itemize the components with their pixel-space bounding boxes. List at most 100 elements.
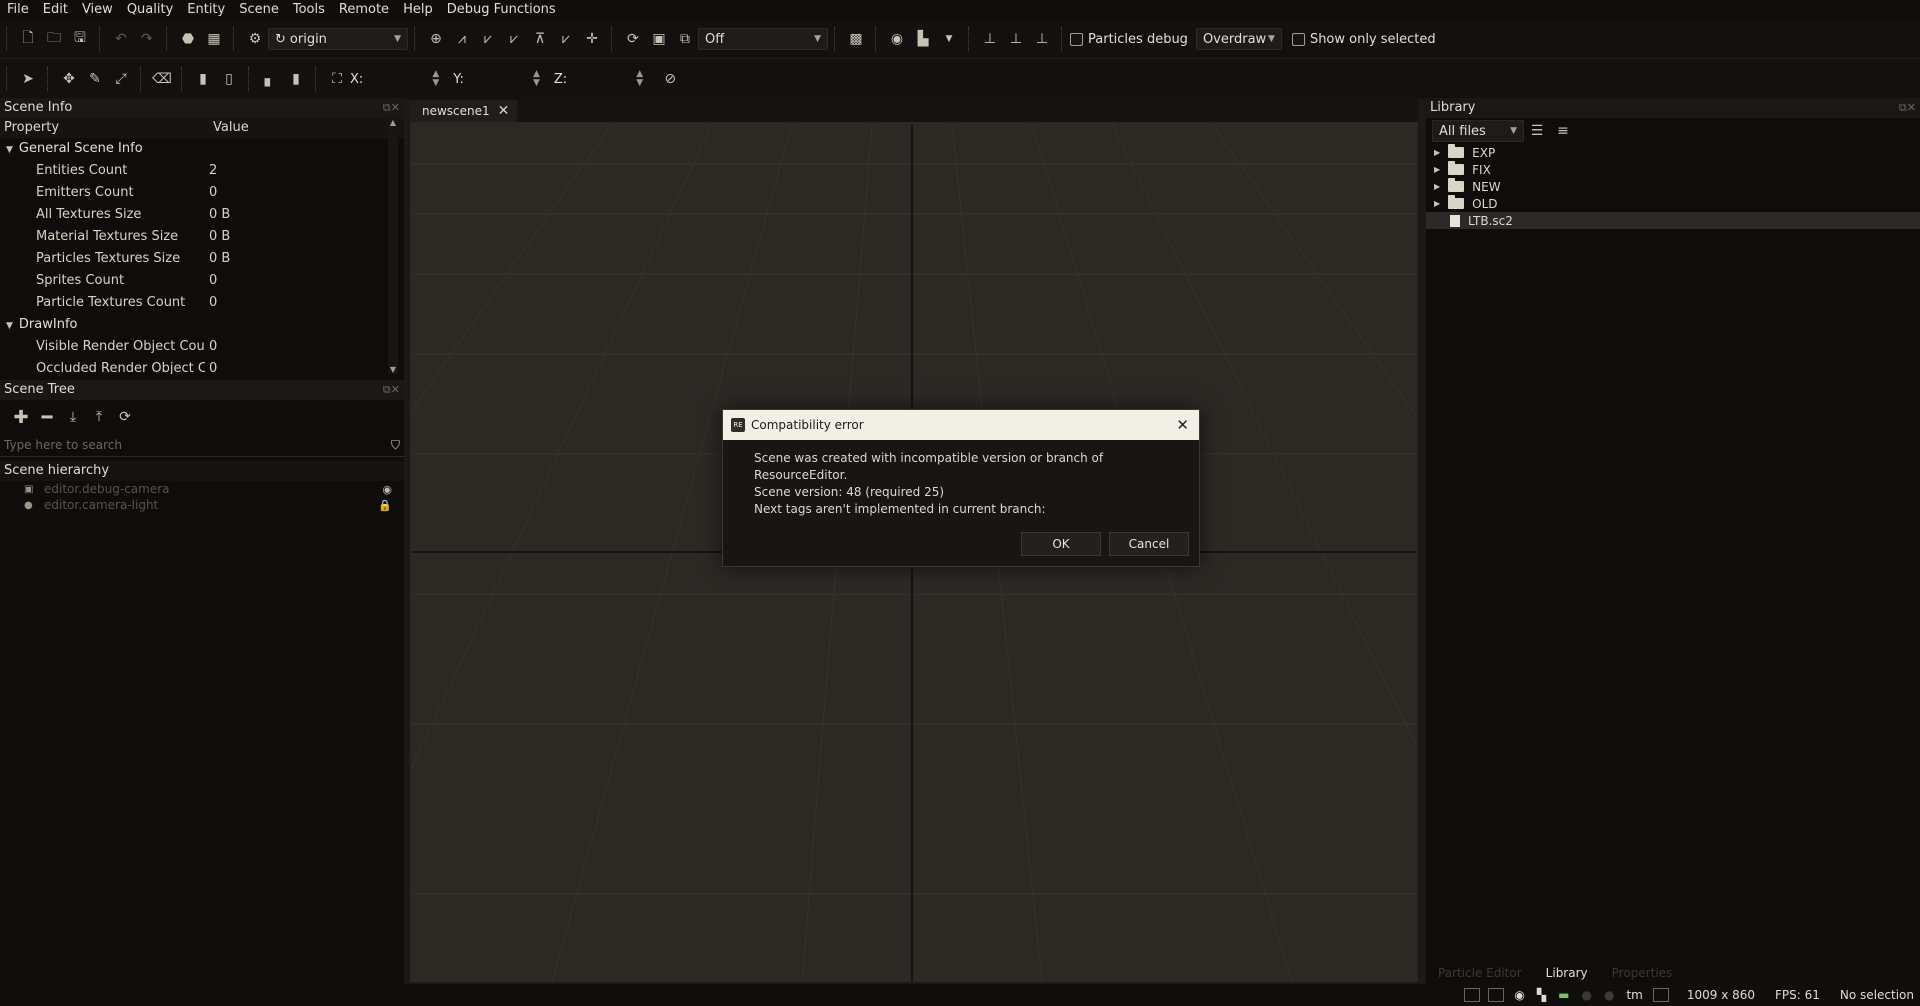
spin-icon[interactable]: ▲ ▼ [432, 70, 439, 88]
refresh-icon[interactable]: ⟳ [622, 28, 644, 50]
ok-button[interactable]: OK [1021, 532, 1101, 556]
menu-view[interactable]: View [75, 0, 120, 20]
file-filter-combo[interactable]: All files ▼ [1432, 120, 1524, 142]
texture-icon[interactable]: ▦ [203, 28, 225, 50]
close-icon[interactable]: ✕ [1176, 416, 1189, 434]
scale-icon[interactable]: ⤢ [110, 68, 132, 90]
move-icon[interactable]: ✥ [58, 68, 80, 90]
library-item-ltb-sc2[interactable]: LTB.sc2 [1426, 212, 1920, 229]
cancel-button[interactable]: Cancel [1109, 532, 1189, 556]
menu-help[interactable]: Help [396, 0, 440, 20]
status-eye-icon[interactable]: ◉ [1514, 988, 1524, 1002]
layout-dropdown-icon[interactable]: ▼ [938, 28, 960, 50]
menu-edit[interactable]: Edit [36, 0, 75, 20]
align-top-icon[interactable]: ⊥ [1031, 28, 1053, 50]
landscape-left-icon[interactable]: ⩗ [503, 28, 525, 50]
layers-icon[interactable]: ▣ [648, 28, 670, 50]
table-row[interactable]: Material Textures Size 0 B [0, 226, 404, 248]
screenshot-icon[interactable]: ▩ [845, 28, 867, 50]
pivot-center-icon[interactable]: ▮ [192, 68, 214, 90]
list-view-icon[interactable]: ≡ [1552, 120, 1574, 142]
expand-triangle-icon[interactable]: ▶ [1434, 182, 1440, 191]
overdraw-combo[interactable]: Overdraw ▼ [1195, 28, 1282, 50]
axis-lock-icon[interactable]: ▮ [285, 68, 307, 90]
scroll-down-icon[interactable]: ▼ [388, 365, 398, 374]
show-only-selected-checkbox[interactable] [1291, 32, 1305, 46]
reload-sprite-icon[interactable]: ⬣ [177, 28, 199, 50]
dock-buttons-icon[interactable]: ⧉✕ [383, 98, 400, 118]
menu-scene[interactable]: Scene [232, 0, 286, 20]
tab-particle-editor[interactable]: Particle Editor [1426, 966, 1534, 980]
status-box-icon[interactable] [1652, 988, 1669, 1002]
pivot-common-icon[interactable]: ▯ [218, 68, 240, 90]
tab-newscene1[interactable]: newscene1 ✕ [410, 100, 518, 122]
library-item-fix[interactable]: ▶ FIX [1426, 161, 1920, 178]
menu-remote[interactable]: Remote [332, 0, 396, 20]
table-row[interactable]: Visible Render Object Count 0 [0, 336, 404, 358]
filter-icon[interactable]: ⛉ [391, 438, 400, 453]
group-general-scene-info[interactable]: ▼ General Scene Info [0, 138, 404, 160]
view-mode-combo[interactable]: Off ▼ [698, 28, 828, 50]
library-item-new[interactable]: ▶ NEW [1426, 178, 1920, 195]
align-center-icon[interactable]: ⊥ [1005, 28, 1027, 50]
layout-icon[interactable]: ▙ [912, 28, 934, 50]
table-row[interactable]: Entities Count 2 [0, 160, 404, 182]
tree-item-camera-light[interactable]: ● editor.camera-light 🔒 [0, 497, 404, 513]
save-icon[interactable]: 🖫 [69, 28, 91, 50]
status-toggle-icon[interactable] [1464, 988, 1481, 1002]
redo-icon[interactable]: ↷ [136, 28, 158, 50]
spin-icon[interactable]: ▲ ▼ [533, 70, 540, 88]
fullscreen-icon[interactable]: ⛶ [326, 68, 348, 90]
table-row[interactable]: All Textures Size 0 B [0, 204, 404, 226]
refresh-tree-icon[interactable]: ⟳ [114, 406, 136, 428]
zoom-icon[interactable]: ⊕ [425, 28, 447, 50]
landscape-icon[interactable]: ⩘ [451, 28, 473, 50]
eraser-icon[interactable]: ⌫ [151, 68, 173, 90]
new-file-icon[interactable]: 🗋 [17, 28, 39, 50]
select-arrow-icon[interactable]: ➤ [17, 68, 39, 90]
remove-entity-icon[interactable]: ━ [36, 406, 58, 428]
visibility-eye-icon[interactable]: ◉ [382, 483, 392, 496]
origin-combo[interactable]: ↻ origin ▼ [268, 28, 408, 50]
add-entity-icon[interactable]: ✚ [10, 406, 32, 428]
x-input[interactable]: ▲ ▼ [367, 69, 441, 89]
lock-icon[interactable]: 🔒 [378, 499, 392, 512]
open-folder-icon[interactable]: 🗀 [43, 28, 65, 50]
scroll-up-icon[interactable]: ▲ [388, 118, 398, 127]
align-bottom-icon[interactable]: ⊥ [979, 28, 1001, 50]
library-item-exp[interactable]: ▶ EXP [1426, 144, 1920, 161]
z-input[interactable]: ▲ ▼ [571, 69, 645, 89]
drop-icon[interactable]: ⊼ [529, 28, 551, 50]
move-up-icon[interactable]: ⤒ [88, 406, 110, 428]
tab-properties[interactable]: Properties [1600, 966, 1685, 980]
status-move-icon[interactable]: ▚ [1537, 988, 1546, 1002]
expand-triangle-icon[interactable]: ▶ [1434, 165, 1440, 174]
expand-triangle-icon[interactable]: ▼ [6, 139, 13, 161]
menu-entity[interactable]: Entity [180, 0, 232, 20]
col-value[interactable]: Value [209, 118, 249, 138]
y-input[interactable]: ▲ ▼ [468, 69, 542, 89]
pivot-icon[interactable]: ⚙ [244, 28, 266, 50]
landscape-down-icon[interactable]: ⩗ [477, 28, 499, 50]
snap-to-grid-icon[interactable]: ▖ [259, 68, 281, 90]
expand-triangle-icon[interactable]: ▶ [1434, 148, 1440, 157]
undo-icon[interactable]: ↶ [110, 28, 132, 50]
detail-view-icon[interactable]: ☰ [1526, 120, 1548, 142]
library-item-old[interactable]: ▶ OLD [1426, 195, 1920, 212]
dock-buttons-icon[interactable]: ⧉✕ [1899, 98, 1916, 118]
camera-lens-icon[interactable]: ◉ [886, 28, 908, 50]
scene-search-input[interactable]: Type here to search ⛉ [0, 434, 404, 457]
snap-icon[interactable]: ✛ [581, 28, 603, 50]
scene-info-scrollbar[interactable]: ▲ ▼ [388, 118, 398, 374]
table-row[interactable]: Sprites Count 0 [0, 270, 404, 292]
close-tab-icon[interactable]: ✕ [498, 100, 510, 122]
rotate-tool-icon[interactable]: ✎ [84, 68, 106, 90]
status-green-indicator-icon[interactable]: ▬ [1558, 988, 1569, 1002]
table-row[interactable]: Occluded Render Object C... 0 [0, 358, 404, 374]
expand-triangle-icon[interactable]: ▶ [1434, 199, 1440, 208]
status-select-icon[interactable] [1488, 988, 1505, 1002]
table-row[interactable]: Particle Textures Count 0 [0, 292, 404, 314]
menu-debug-functions[interactable]: Debug Functions [440, 0, 563, 20]
dock-buttons-icon[interactable]: ⧉✕ [383, 380, 400, 400]
reset-transform-icon[interactable]: ⊘ [659, 68, 681, 90]
